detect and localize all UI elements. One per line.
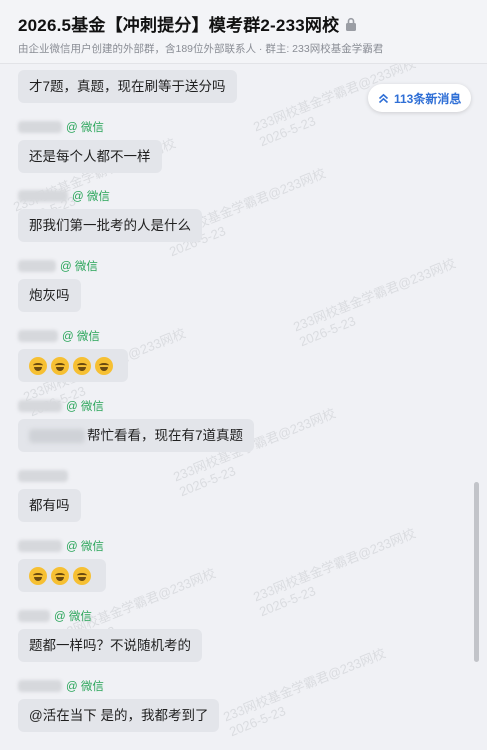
message-bubble[interactable]: @活在当下 是的，我都考到了 xyxy=(18,699,220,732)
message-list[interactable]: 233网校基金学霸君@233网校 2026-5-23 233网校基金学霸君@233… xyxy=(0,64,487,750)
message: @ 微信 炮灰吗 xyxy=(18,259,98,312)
scrollbar-thumb[interactable] xyxy=(474,482,479,662)
sender: @ 微信 xyxy=(18,679,104,693)
message-bubble[interactable]: 题都一样吗？不说随机考的 xyxy=(18,629,202,662)
watermark: 233网校基金学霸君@233网校2026-5-23 xyxy=(221,645,388,740)
wechat-tag: @ 微信 xyxy=(62,331,100,343)
sender-name xyxy=(18,260,56,272)
message-text: 帮忙看看，现在有7道真题 xyxy=(87,428,244,443)
wechat-tag: @ 微信 xyxy=(72,191,110,203)
emoji-bubble[interactable] xyxy=(18,349,128,382)
sender-name xyxy=(18,400,62,412)
message: @ 微信 xyxy=(18,539,106,592)
message: @ 微信 那我们第一批考的人是什么 xyxy=(18,189,202,242)
laughing-crying-emoji-icon xyxy=(29,357,47,376)
message-bubble[interactable]: 还是每个人都不一样 xyxy=(18,140,162,173)
sender: @ 微信 xyxy=(18,329,100,343)
laughing-crying-emoji-icon xyxy=(51,567,69,586)
lock-icon xyxy=(345,17,357,31)
group-title[interactable]: 2026.5基金【冲刺提分】模考群2-233网校 xyxy=(18,11,339,36)
wechat-tag: @ 微信 xyxy=(66,681,104,693)
wechat-tag: @ 微信 xyxy=(66,541,104,553)
laughing-crying-emoji-icon xyxy=(29,567,47,586)
sender xyxy=(18,469,72,483)
message-bubble[interactable]: 那我们第一批考的人是什么 xyxy=(18,209,202,242)
wechat-tag: @ 微信 xyxy=(66,122,104,134)
sender: @ 微信 xyxy=(18,189,110,203)
message: @ 微信 题都一样吗？不说随机考的 xyxy=(18,609,202,662)
message: @ 微信 xyxy=(18,329,128,382)
sender: @ 微信 xyxy=(18,259,98,273)
sender-name xyxy=(18,330,58,342)
message-bubble[interactable]: 帮忙看看，现在有7道真题 xyxy=(18,419,255,452)
sender: @ 微信 xyxy=(18,399,104,413)
sender-name xyxy=(18,540,62,552)
laughing-crying-emoji-icon xyxy=(73,357,91,376)
sender: @ 微信 xyxy=(18,609,92,623)
message: @ 微信 @活在当下 是的，我都考到了 xyxy=(18,679,220,732)
message: @ 微信 帮忙看看，现在有7道真题 xyxy=(18,399,255,452)
wechat-tag: @ 微信 xyxy=(54,611,92,623)
double-chevron-up-icon xyxy=(378,93,389,103)
sender-name xyxy=(18,610,50,622)
message-bubble[interactable]: 都有吗 xyxy=(18,489,81,522)
chat-header: 2026.5基金【冲刺提分】模考群2-233网校 由企业微信用户创建的外部群，含… xyxy=(0,0,487,64)
wechat-tag: @ 微信 xyxy=(66,401,104,413)
sender-name xyxy=(18,680,62,692)
new-messages-label: 113条新消息 xyxy=(394,91,462,106)
blurred-mention xyxy=(29,429,85,444)
wechat-tag: @ 微信 xyxy=(60,261,98,273)
group-subtitle: 由企业微信用户创建的外部群，含189位外部联系人 · 群主: 233网校基金学霸… xyxy=(18,43,384,55)
title-row: 2026.5基金【冲刺提分】模考群2-233网校 xyxy=(18,11,357,36)
message-bubble[interactable]: 才7题，真题，现在刷等于送分吗 xyxy=(18,70,237,103)
message: 都有吗 xyxy=(18,469,81,522)
message-bubble[interactable]: 炮灰吗 xyxy=(18,279,81,312)
sender-name xyxy=(18,190,68,202)
new-messages-button[interactable]: 113条新消息 xyxy=(368,84,472,112)
watermark: 233网校基金学霸君@233网校2026-5-23 xyxy=(291,255,458,350)
emoji-bubble[interactable] xyxy=(18,559,106,592)
sender-name xyxy=(18,470,68,482)
laughing-crying-emoji-icon xyxy=(51,357,69,376)
laughing-crying-emoji-icon xyxy=(73,567,91,586)
laughing-crying-emoji-icon xyxy=(95,357,113,376)
sender-name xyxy=(18,121,62,133)
message: @ 微信 还是每个人都不一样 xyxy=(18,120,162,173)
sender: @ 微信 xyxy=(18,539,104,553)
sender: @ 微信 xyxy=(18,120,104,134)
watermark: 233网校基金学霸君@233网校2026-5-23 xyxy=(251,525,418,620)
